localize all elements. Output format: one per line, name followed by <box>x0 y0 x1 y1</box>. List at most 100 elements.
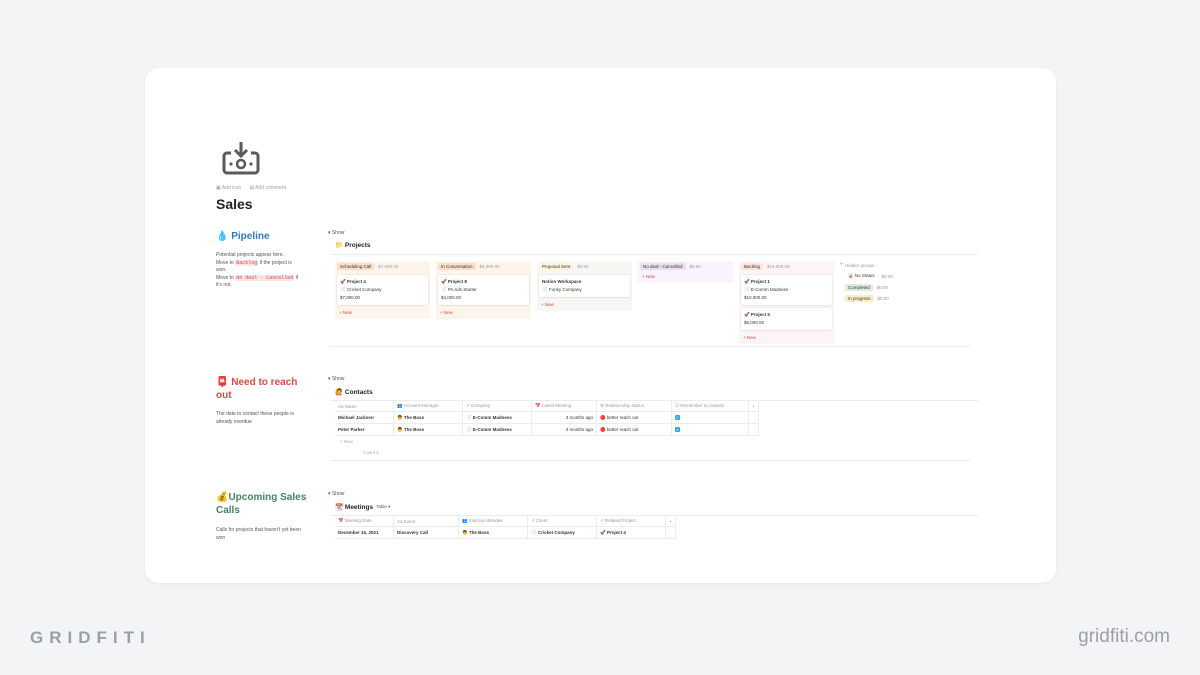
hidden-group[interactable]: In progress $0.00 <box>845 295 893 302</box>
cell-meeting[interactable]: 3 months ago <box>531 411 597 424</box>
cell-project[interactable]: 🚀 Project 4 <box>596 526 666 539</box>
card-client: 📄 E-Comm Madness <box>744 287 789 292</box>
column-header[interactable]: Aa Event <box>393 516 459 527</box>
sales-calls-description: Calls for projects that haven't yet been… <box>216 527 301 541</box>
contacts-count[interactable]: Count 2 <box>363 450 379 455</box>
column-amount: $4,000.00 <box>479 264 500 269</box>
column-label: Proposal Sent <box>539 263 574 270</box>
cell-attendee[interactable]: 👨 The Boss <box>458 526 528 539</box>
cell-manager[interactable]: 👨 The Boss <box>393 423 463 436</box>
pipeline-desc-line: Move to No deal - Cancelled if <box>216 274 299 281</box>
checkbox-checked[interactable]: ✓ <box>675 415 680 420</box>
page-title[interactable]: Sales <box>216 196 253 212</box>
project-card[interactable]: 🚀 Project 4 📄 Cricket Company $7,000.00 <box>337 275 428 305</box>
hidden-group-label: 🔒 No Status <box>848 273 875 278</box>
pipeline-heading: 💧 Pipeline <box>216 231 270 242</box>
board-column: Proposal Sent $0.00 Notion Workspace 📄 Funk… <box>537 261 632 311</box>
meetings-show-toggle[interactable]: ▾ Show <box>328 491 344 497</box>
cell-status[interactable]: 🔴 better reach out <box>596 411 672 424</box>
hidden-group[interactable]: Completed $0.00 <box>845 284 893 291</box>
column-header[interactable]: No deal - Cancelled $0.00 <box>638 261 733 272</box>
contacts-new-row[interactable]: + New <box>340 439 353 444</box>
contacts-db-title[interactable]: 🙋 Contacts <box>335 388 373 396</box>
checkbox-checked[interactable]: ✓ <box>675 427 680 432</box>
column-header[interactable]: Backlog $16,000.00 <box>739 261 834 272</box>
column-amount: $16,000.00 <box>767 264 790 269</box>
column-header[interactable]: Proposal Sent $0.00 <box>537 261 632 272</box>
card-name: 🚀 Project 4 <box>340 279 366 284</box>
cell-date[interactable]: December 15, 2021 <box>335 526 394 539</box>
table-view-selector[interactable]: Table ▾ <box>376 504 390 510</box>
cell-empty <box>665 526 676 539</box>
brand-logo-left: GRIDFITI <box>30 628 151 647</box>
hidden-group-amount: $0.00 <box>877 296 889 301</box>
new-card-button[interactable]: + New <box>739 333 834 342</box>
add-group-button[interactable]: + <box>840 262 844 268</box>
download-tray-icon[interactable] <box>221 140 261 176</box>
add-comment-button[interactable]: ▤ Add comment <box>249 185 286 191</box>
hidden-groups-label: Hidden groups <box>845 263 875 268</box>
column-header[interactable]: 📅 Meeting Date <box>335 516 394 527</box>
add-icon-button[interactable]: ▣ Add icon <box>216 185 241 191</box>
hidden-groups: Hidden groups 🔒 No Status $0.00 Completed $… <box>845 263 893 302</box>
card-name: Notion Workspace <box>542 279 582 284</box>
pipeline-show-toggle[interactable]: ▾ Show <box>328 230 344 236</box>
table-row[interactable]: Peter Parker 👨 The Boss 📄 E-Comm Madness 3 … <box>335 423 759 436</box>
table-row[interactable]: December 15, 2021 Discovery Call 👨 The Bos… <box>335 526 676 539</box>
cell-client[interactable]: 📄 Cricket Company <box>527 526 597 539</box>
hidden-group-amount: $0.00 <box>876 285 889 290</box>
cell-status[interactable]: 🔴 better reach out <box>596 423 672 436</box>
projects-db-title[interactable]: 📁 Projects <box>335 241 371 249</box>
cell-empty <box>748 423 759 436</box>
project-card[interactable]: 🚀 Project 1 📄 E-Comm Madness $10,000.00 <box>741 275 832 305</box>
card-value: $7,000.00 <box>340 295 361 300</box>
column-header[interactable]: Scheduling Call $7,000.00 <box>335 261 430 272</box>
cell-name[interactable]: Peter Parker <box>335 423 394 436</box>
column-header[interactable]: ⚙ Relationship Status <box>596 401 672 412</box>
column-header[interactable]: 📅 Latest Meeting <box>531 401 597 412</box>
card-client: 📄 Funky Company <box>542 287 582 292</box>
card-name: 🚀 Project 1 <box>744 279 770 284</box>
table-row[interactable]: Michael Jackson 👨 The Boss 📄 E-Comm Madnes… <box>335 411 759 424</box>
hidden-group-label: Completed <box>845 284 873 291</box>
pipeline-desc-line: won. <box>216 267 227 273</box>
cell-event[interactable]: Discovery Call <box>393 526 459 539</box>
column-amount: $7,000.00 <box>378 264 399 269</box>
cell-company[interactable]: 📄 E-Comm Madness <box>462 423 532 436</box>
project-card[interactable]: 🚀 Project 8 📄 PA Ads Starter $4,000.00 <box>438 275 529 305</box>
sales-calls-heading: 💰Upcoming Sales Calls <box>216 492 307 516</box>
meetings-db-title[interactable]: 📆 Meetings Table ▾ <box>335 503 390 511</box>
cell-meeting[interactable]: 3 months ago <box>531 423 597 436</box>
divider <box>330 346 970 347</box>
project-card[interactable]: Notion Workspace 📄 Funky Company <box>539 275 630 297</box>
add-column-button[interactable]: + <box>665 516 676 527</box>
cell-remember[interactable]: ✓ <box>671 411 749 424</box>
column-header[interactable]: Aa Name <box>335 401 394 412</box>
column-header[interactable]: 👥 Account Manager <box>393 401 463 412</box>
cell-name[interactable]: Michael Jackson <box>335 411 394 424</box>
column-header[interactable]: ↗ Client <box>527 516 597 527</box>
column-header[interactable]: ↗ Company <box>462 401 532 412</box>
pipeline-description: Potential projects appear here. Move to … <box>216 252 311 290</box>
column-header[interactable]: ↗ Related Project <box>596 516 666 527</box>
column-label: In Conversation <box>438 263 476 270</box>
contacts-table: Aa Name 👥 Account Manager ↗ Company 📅 Lates… <box>335 401 759 436</box>
pipeline-desc-line: it's not. <box>216 282 232 288</box>
new-card-button[interactable]: + New <box>436 308 531 317</box>
column-header[interactable]: In Conversation $4,000.00 <box>436 261 531 272</box>
board-column: Scheduling Call $7,000.00 🚀 Project 4 📄 Cri… <box>335 261 430 319</box>
hidden-group[interactable]: 🔒 No Status $0.00 <box>845 272 893 280</box>
project-card[interactable]: 🚀 Project 5 $6,000.00 <box>741 308 832 330</box>
new-card-button[interactable]: + New <box>638 272 733 281</box>
contacts-show-toggle[interactable]: ▾ Show <box>328 376 344 382</box>
cell-remember[interactable]: ✓ <box>671 423 749 436</box>
hidden-group-label: In progress <box>845 295 874 302</box>
column-header[interactable]: 👥 Internal Attendee <box>458 516 528 527</box>
hidden-group-amount: $0.00 <box>881 273 893 279</box>
add-column-button[interactable]: + <box>748 401 759 412</box>
cell-manager[interactable]: 👨 The Boss <box>393 411 463 424</box>
new-card-button[interactable]: + New <box>537 300 632 309</box>
column-header[interactable]: ☑ Remember to contact! <box>671 401 749 412</box>
cell-company[interactable]: 📄 E-Comm Madness <box>462 411 532 424</box>
new-card-button[interactable]: + New <box>335 308 430 317</box>
